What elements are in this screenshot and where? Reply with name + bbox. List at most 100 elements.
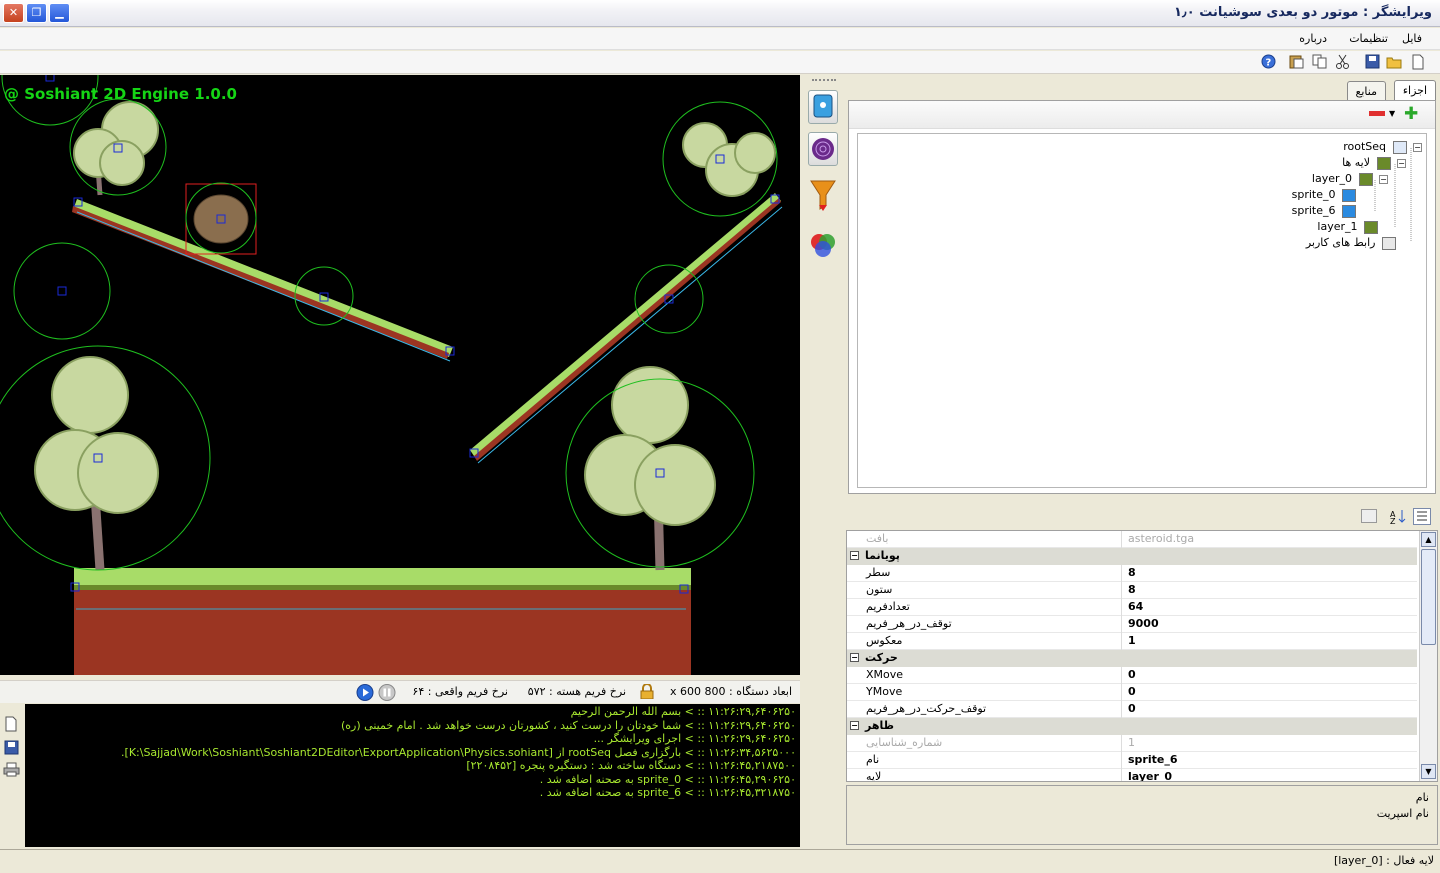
prop-row-xmove[interactable]: XMove 0 [847,667,1417,684]
open-folder-icon[interactable] [1386,54,1403,71]
log-console: ۱۱:۲۶:۲۹,۶۴۰۶۲۵۰ :: > بسم الله الرحمن ال… [25,704,800,847]
new-file-icon[interactable] [1409,54,1426,71]
scene-tree-box: ✚ ▼ rootSeq − لایه ها − layer_0 − sprite… [848,100,1436,494]
collapse-icon[interactable]: − [1397,158,1406,168]
scene-viewport[interactable]: @ Soshiant 2D Engine 1.0.0 [0,75,800,675]
log-line: ۱۱:۲۶:۲۹,۶۴۰۶۲۵۰ :: > اجرای ویرایشگر ... [593,732,796,745]
restore-button[interactable]: ❐ [26,3,47,23]
layer-icon [1358,172,1373,186]
collapse-icon[interactable]: − [1379,174,1388,184]
paste-icon[interactable] [1288,54,1305,71]
spiral-tool-icon[interactable] [808,132,838,166]
tree-node-layer-1[interactable]: layer_1 [1317,220,1378,234]
tab-components[interactable]: اجزاء [1393,80,1436,102]
log-line: ۱۱:۲۶:۴۵,۲۹۰۶۲۵۰ :: > sprite_0 به صحنه ا… [539,772,796,786]
right-panel: اجزاء منابع ✚ ▼ rootSeq − لایه ها − laye… [842,75,1440,847]
ui-icon [1382,236,1396,250]
prop-row-name[interactable]: نام sprite_6 [847,752,1417,769]
funnel-tool-icon[interactable] [808,175,838,215]
tree-node-layers[interactable]: لایه ها − [1342,156,1406,170]
console-toolbar [0,704,24,847]
tree-node-sprite-6[interactable]: sprite_6 [1292,204,1356,218]
tree-node-ui[interactable]: رابط های کاربر [1306,236,1396,250]
log-line: ۱۱:۲۶:۴۵,۳۲۱۸۷۵۰ :: > sprite_6 به صحنه ا… [539,786,796,799]
save-icon[interactable] [1364,54,1381,71]
scene-canvas[interactable] [0,75,800,675]
close-button[interactable]: ✕ [3,3,24,23]
viewport-status-bar: ابعاد دستگاه : 800 x 600 نرخ فریم هسته :… [0,680,800,703]
svg-text:?: ? [1266,58,1272,69]
main-toolbar: ? [0,51,1440,74]
scroll-up-icon[interactable]: ▲ [1421,532,1436,547]
prop-category-appearance[interactable]: − ظاهر [847,718,1417,735]
clear-log-icon[interactable] [4,716,18,735]
property-pages-icon[interactable] [1361,509,1377,523]
sprite-icon [1342,188,1356,202]
prop-row-move-delay[interactable]: توقف_حرکت_در_هر_فریم 0 [847,701,1417,718]
engine-title: @ Soshiant 2D Engine 1.0.0 [4,85,237,103]
sprite-icon [1342,204,1356,218]
property-help: نام نام اسپریت [846,785,1438,845]
collapse-icon[interactable]: − [1413,142,1422,152]
tree-node-rootseq[interactable]: rootSeq − [1343,140,1422,154]
scroll-down-icon[interactable]: ▼ [1421,764,1436,779]
prop-row-rows[interactable]: سطر 8 [847,565,1417,582]
prop-row-texture[interactable]: بافت asteroid.tga [847,531,1417,548]
minimize-button[interactable]: ▁ [49,3,70,23]
copy-icon[interactable] [1311,54,1328,71]
prop-category-motion[interactable]: − حرکت [847,650,1417,667]
categorized-icon[interactable] [1413,508,1431,525]
lock-icon[interactable] [640,683,654,700]
property-scrollbar[interactable]: ▲ ▼ [1419,531,1437,781]
sequence-icon [1392,140,1407,154]
tab-resources[interactable]: منابع [1346,81,1386,101]
prop-row-cols[interactable]: ستون 8 [847,582,1417,599]
menu-bar: فایل تنظیمات درباره [0,28,1440,50]
active-layer: لایه فعال : [layer_0] [1333,854,1434,867]
play-icon[interactable] [356,684,374,701]
prop-row-frame-delay[interactable]: توقف_در_هر_فریم 9000 [847,616,1417,633]
help-description: نام اسپریت [1376,807,1429,820]
pause-icon[interactable] [378,684,396,701]
log-line: ۱۱:۲۶:۳۴,۵۶۲۵۰۰۰ :: > بارگزاری فصل rootS… [121,745,796,759]
color-tool-icon[interactable] [808,228,838,264]
save-log-icon[interactable] [4,740,19,758]
log-line: ۱۱:۲۶:۴۵,۲۱۸۷۵۰۰ :: > دستگاه ساخته شد : … [466,759,796,772]
menu-settings[interactable]: تنظیمات [1349,32,1388,45]
real-fps: نرخ فریم واقعی : ۶۴ [412,685,508,698]
prop-row-ymove[interactable]: YMove 0 [847,684,1417,701]
svg-text:Z: Z [1390,517,1396,525]
collapse-icon[interactable]: − [850,721,859,730]
prop-row-layer[interactable]: لایه layer_0 [847,769,1417,781]
prop-row-reverse[interactable]: معکوس 1 [847,633,1417,650]
help-icon[interactable]: ? [1260,54,1277,71]
core-fps: نرخ فریم هسته : ۵۷۲ [527,685,626,698]
prop-category-animation[interactable]: − پویانما [847,548,1417,565]
scene-tree: rootSeq − لایه ها − layer_0 − sprite_0 s… [857,133,1427,488]
log-line: ۱۱:۲۶:۲۹,۶۴۰۶۲۵۰ :: > شما خودتان را درست… [341,718,796,732]
scroll-thumb[interactable] [1421,549,1436,645]
property-toolbar: AZ [842,503,1440,529]
device-size-value: 800 x 600 [669,685,726,698]
menu-file[interactable]: فایل [1402,32,1422,45]
property-grid: بافت asteroid.tga − پویانما سطر 8 ستون 8… [846,530,1438,782]
menu-about[interactable]: درباره [1299,32,1327,45]
sprite-tool-icon[interactable] [808,90,838,124]
status-bar: لایه فعال : [layer_0] [0,849,1440,873]
status-text: ابعاد دستگاه : 800 x 600 [670,685,792,698]
window-title: ویرایشگر : موتور دو بعدی سوشیانت ۱٫۰ [1173,5,1432,20]
tree-node-sprite-0[interactable]: sprite_0 [1292,188,1356,202]
sort-alpha-icon[interactable]: AZ [1389,508,1407,526]
add-icon[interactable]: ✚ [1404,106,1418,123]
cut-icon[interactable] [1334,54,1351,71]
collapse-icon[interactable]: − [850,653,859,662]
title-bar: ✕ ❐ ▁ ویرایشگر : موتور دو بعدی سوشیانت ۱… [0,0,1440,27]
remove-icon[interactable] [1369,111,1385,116]
prop-row-frames[interactable]: تعدادفریم 64 [847,599,1417,616]
print-log-icon[interactable] [3,762,20,780]
layer-icon [1364,220,1378,234]
dropdown-arrow-icon[interactable]: ▼ [1389,109,1395,118]
prop-row-id[interactable]: شماره_شناسایی 1 [847,735,1417,752]
collapse-icon[interactable]: − [850,551,859,560]
tree-node-layer-0[interactable]: layer_0 − [1312,172,1388,186]
